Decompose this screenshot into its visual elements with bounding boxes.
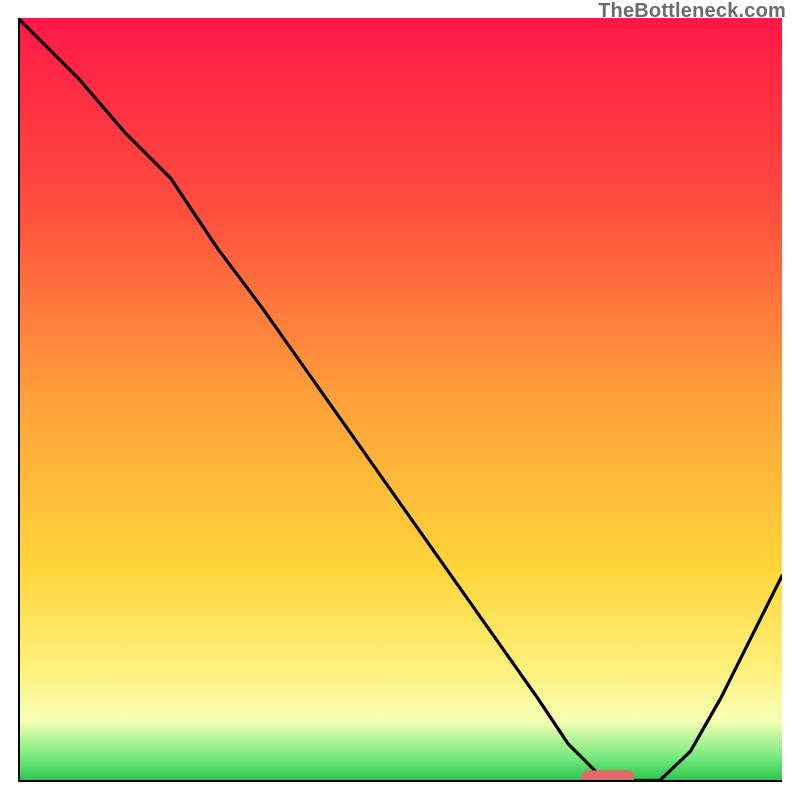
chart-container: TheBottleneck.com <box>0 0 800 800</box>
gradient-plot-area <box>18 18 782 782</box>
